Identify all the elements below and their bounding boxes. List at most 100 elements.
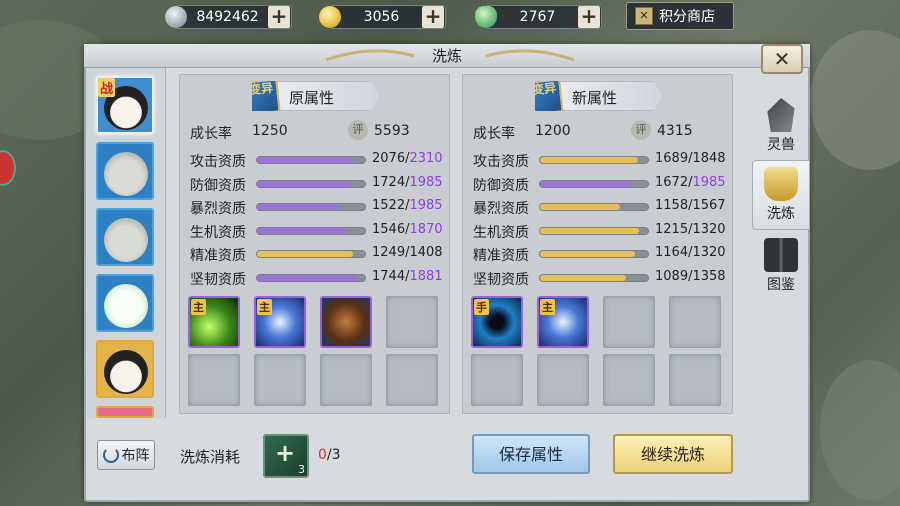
stat-bar bbox=[256, 203, 366, 211]
stat-max: 1881 bbox=[409, 268, 443, 284]
pet-slot-5[interactable] bbox=[96, 340, 154, 398]
stat-row: 防御资质 1672/1985 bbox=[473, 174, 733, 194]
add-gold-button[interactable]: + bbox=[422, 6, 444, 28]
bear-pet-avatar bbox=[104, 152, 148, 196]
skill-tag: 主 bbox=[540, 299, 555, 315]
dark-vortex-skill-icon[interactable]: 手 bbox=[471, 296, 523, 348]
empty-skill-slot bbox=[471, 354, 523, 406]
battle-badge: 战 bbox=[98, 78, 116, 97]
blue-orb-skill-icon[interactable]: 主 bbox=[254, 296, 306, 348]
stat-row: 暴烈资质 1158/1567 bbox=[473, 198, 733, 217]
stat-value: 1724/1985 bbox=[372, 174, 443, 190]
continue-refine-button[interactable]: 继续洗炼 bbox=[613, 434, 733, 474]
empty-skill-slot bbox=[254, 354, 306, 406]
tab-spirit-beast[interactable]: 灵兽 bbox=[752, 92, 810, 162]
stat-label: 精准资质 bbox=[190, 248, 246, 264]
add-silver-button[interactable]: + bbox=[268, 6, 290, 28]
old-attr-header: 变异 原属性 bbox=[252, 81, 380, 111]
mutation-icon: 变异 bbox=[535, 81, 564, 111]
stat-row: 坚韧资质 1744/1881 bbox=[190, 268, 450, 288]
stat-label: 坚韧资质 bbox=[473, 271, 529, 288]
stat-value: 2076/2310 bbox=[372, 151, 443, 166]
formation-button[interactable]: 布阵 bbox=[97, 440, 155, 470]
close-button[interactable]: ✕ bbox=[761, 44, 803, 74]
stat-value: 1089/1358 bbox=[655, 268, 726, 284]
pet-slot-1[interactable]: 战 bbox=[96, 76, 154, 134]
stat-max: 1985 bbox=[692, 174, 726, 190]
empty-skill-slot bbox=[669, 296, 721, 348]
stat-bar bbox=[256, 273, 366, 282]
new-growth-label: 成长率 bbox=[473, 126, 515, 142]
points-shop-button[interactable]: ✕ 积分商店 bbox=[626, 2, 734, 30]
red-side-button[interactable] bbox=[0, 150, 16, 186]
stat-max: 1985 bbox=[409, 198, 443, 213]
stat-max: 1870 bbox=[409, 221, 443, 237]
pet-slot-2[interactable] bbox=[96, 142, 154, 200]
stat-max: 1567 bbox=[692, 198, 726, 213]
stat-bar-fill bbox=[257, 251, 354, 257]
old-growth-label: 成长率 bbox=[190, 126, 232, 142]
stat-bar bbox=[539, 226, 649, 235]
panel-title: 洗炼 bbox=[84, 44, 810, 68]
green-slash-skill-icon[interactable]: 主 bbox=[188, 296, 240, 348]
gold-ingot-icon bbox=[319, 6, 341, 28]
old-growth-value: 1250 bbox=[252, 123, 288, 139]
spirit-pet-avatar bbox=[104, 284, 148, 328]
stat-bar-fill bbox=[540, 274, 627, 281]
stat-bar-fill bbox=[257, 157, 355, 163]
stat-max: 1358 bbox=[692, 268, 726, 284]
new-attr-header: 变异 新属性 bbox=[535, 81, 663, 111]
pet-slot-3[interactable] bbox=[96, 208, 154, 266]
refresh-icon bbox=[102, 447, 119, 463]
stat-row: 防御资质 1724/1985 bbox=[190, 174, 450, 194]
skill-tag: 手 bbox=[474, 299, 489, 315]
shop-label: 积分商店 bbox=[659, 9, 715, 25]
stat-label: 生机资质 bbox=[190, 224, 246, 241]
beast-icon bbox=[767, 98, 795, 132]
stat-bar bbox=[256, 179, 366, 188]
stat-bar bbox=[256, 250, 366, 258]
stat-value: 1744/1881 bbox=[372, 268, 443, 284]
stat-row: 精准资质 1164/1320 bbox=[473, 245, 733, 264]
new-growth-value: 1200 bbox=[535, 123, 571, 139]
stat-label: 精准资质 bbox=[473, 248, 529, 264]
skill-tag: 主 bbox=[257, 299, 272, 315]
old-score-value: 5593 bbox=[374, 123, 410, 139]
blue-orb-skill-icon[interactable]: 主 bbox=[537, 296, 589, 348]
material-count: 3 bbox=[298, 463, 305, 476]
cat-pet-avatar bbox=[104, 350, 148, 394]
save-attributes-button[interactable]: 保存属性 bbox=[472, 434, 590, 474]
pet-slot-4[interactable] bbox=[96, 274, 154, 332]
stat-current: 1164 bbox=[655, 245, 689, 260]
tab-codex[interactable]: 图鉴 bbox=[752, 232, 810, 302]
stat-max: 2310 bbox=[409, 151, 443, 166]
formation-label: 布阵 bbox=[121, 448, 150, 464]
book-icon bbox=[764, 238, 798, 272]
stat-max: 1408 bbox=[409, 245, 443, 260]
pet-slot-6[interactable] bbox=[96, 406, 154, 418]
tab-refine[interactable]: 洗炼 bbox=[752, 160, 810, 230]
empty-skill-slot bbox=[537, 354, 589, 406]
stat-row: 生机资质 1215/1320 bbox=[473, 222, 733, 241]
score-icon: 评 bbox=[348, 120, 368, 140]
stat-label: 暴烈资质 bbox=[473, 201, 529, 217]
empty-skill-slot bbox=[386, 354, 438, 406]
stat-bar-fill bbox=[257, 180, 351, 187]
stat-bar-fill bbox=[540, 227, 640, 234]
brown-fist-skill-icon[interactable] bbox=[320, 296, 372, 348]
stat-row: 精准资质 1249/1408 bbox=[190, 245, 450, 264]
mutation-icon: 变异 bbox=[252, 81, 281, 111]
stat-row: 生机资质 1546/1870 bbox=[190, 221, 450, 241]
stat-bar-fill bbox=[540, 157, 639, 163]
stat-bar-fill bbox=[540, 180, 631, 187]
stat-row: 攻击资质 1689/1848 bbox=[473, 151, 733, 170]
material-need: /3 bbox=[326, 447, 341, 463]
stat-value: 1249/1408 bbox=[372, 245, 443, 260]
stat-value: 1672/1985 bbox=[655, 174, 726, 190]
stat-current: 1724 bbox=[372, 174, 406, 190]
refine-material-slot[interactable]: + 3 bbox=[263, 434, 309, 478]
title-left-ornament-icon bbox=[326, 49, 415, 62]
old-attr-title: 原属性 bbox=[289, 89, 335, 107]
stat-value: 1164/1320 bbox=[655, 245, 726, 260]
add-jade-button[interactable]: + bbox=[578, 6, 600, 28]
